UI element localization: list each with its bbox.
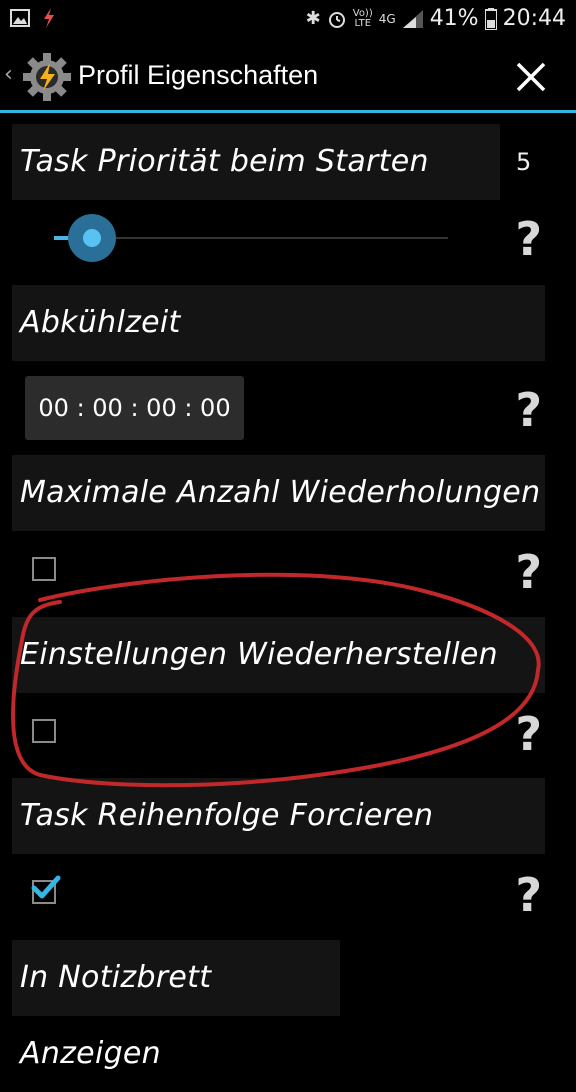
battery-percent: 41%	[429, 6, 479, 31]
restore-settings-label: Einstellungen Wiederherstellen	[12, 617, 545, 693]
task-priority-label: Task Priorität beim Starten	[12, 124, 500, 200]
close-icon[interactable]	[508, 54, 554, 100]
restore-settings-checkbox[interactable]	[32, 719, 56, 743]
show-in-notification-label: In Notizbrett Anzeigen	[12, 940, 340, 1071]
volte-indicator: Vo)) LTE	[352, 7, 373, 29]
network-type: 4G	[378, 11, 396, 26]
checkmark-icon	[31, 875, 61, 899]
page-title: Profil Eigenschaften	[78, 60, 319, 90]
help-icon[interactable]: ?	[515, 212, 542, 266]
back-chevron-icon[interactable]: ‹	[4, 62, 13, 87]
tasker-logo-icon[interactable]	[22, 52, 72, 102]
action-bar-divider	[0, 110, 576, 113]
cooldown-label: Abkühlzeit	[12, 285, 545, 361]
flash-icon	[44, 8, 54, 28]
clock: 20:44	[502, 6, 566, 31]
volte-bottom-label: LTE	[354, 17, 372, 29]
signal-icon	[402, 9, 423, 28]
volte-top-label: Vo))	[352, 7, 373, 19]
alarm-icon	[328, 11, 345, 28]
task-priority-value: 5	[516, 148, 532, 176]
help-icon[interactable]: ?	[515, 868, 542, 922]
slider-thumb[interactable]	[83, 229, 101, 247]
action-bar: ‹ Profil Eigenschaften	[0, 40, 576, 112]
image-icon	[10, 9, 30, 27]
max-repeats-checkbox[interactable]	[32, 557, 56, 581]
help-icon[interactable]: ?	[515, 545, 542, 599]
max-repeats-label: Maximale Anzahl Wiederholungen	[12, 455, 545, 531]
force-task-order-label: Task Reihenfolge Forcieren	[12, 778, 545, 854]
cooldown-time-field[interactable]: 00 : 00 : 00 : 00	[25, 376, 244, 440]
status-bar: ✱ Vo)) LTE 4G 41% 20:44	[0, 0, 576, 40]
help-icon[interactable]: ?	[515, 383, 542, 437]
help-icon[interactable]: ?	[515, 707, 542, 761]
battery-icon	[484, 7, 497, 30]
bluetooth-icon: ✱	[305, 8, 321, 29]
